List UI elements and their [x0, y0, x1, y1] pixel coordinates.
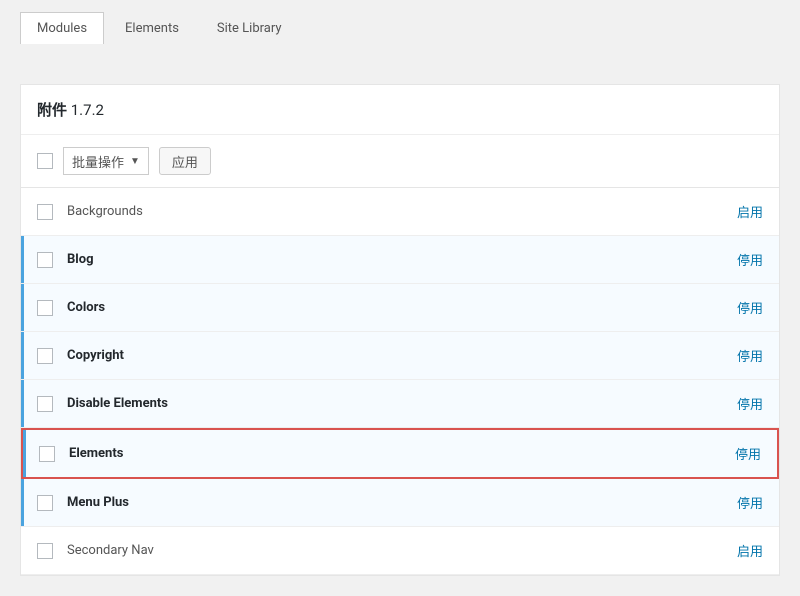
- module-row: Colors停用: [21, 284, 779, 332]
- module-row: Secondary Nav启用: [21, 527, 779, 575]
- module-checkbox[interactable]: [39, 446, 55, 462]
- module-row: Copyright停用: [21, 332, 779, 380]
- module-name: Secondary Nav: [67, 543, 737, 558]
- tabs: Modules Elements Site Library: [0, 0, 800, 44]
- module-row: Backgrounds启用: [21, 188, 779, 236]
- disable-link[interactable]: 停用: [737, 346, 763, 365]
- module-row: Menu Plus停用: [21, 479, 779, 527]
- module-name: Backgrounds: [67, 204, 737, 219]
- panel-wrap: 附件 1.7.2 批量操作 ▼ 应用 Backgrounds启用Blog停用Co…: [0, 44, 800, 596]
- bulk-action-select[interactable]: 批量操作 ▼: [63, 147, 149, 175]
- disable-link[interactable]: 停用: [737, 250, 763, 269]
- disable-link[interactable]: 停用: [737, 493, 763, 512]
- module-row: Disable Elements停用: [21, 380, 779, 428]
- chevron-down-icon: ▼: [130, 156, 140, 167]
- panel-header: 附件 1.7.2: [21, 85, 779, 135]
- disable-link[interactable]: 停用: [737, 298, 763, 317]
- modules-panel: 附件 1.7.2 批量操作 ▼ 应用 Backgrounds启用Blog停用Co…: [20, 84, 780, 576]
- tab-label: Elements: [125, 21, 179, 36]
- disable-link[interactable]: 停用: [737, 394, 763, 413]
- enable-link[interactable]: 启用: [737, 202, 763, 221]
- bulk-actions-row: 批量操作 ▼ 应用: [21, 135, 779, 188]
- tab-label: Modules: [37, 21, 87, 36]
- module-name: Copyright: [67, 348, 737, 363]
- panel-title-version: 1.7.2: [71, 101, 104, 119]
- bulk-action-select-label: 批量操作: [72, 152, 124, 171]
- module-checkbox[interactable]: [37, 396, 53, 412]
- module-name: Disable Elements: [67, 396, 737, 411]
- tab-site-library[interactable]: Site Library: [200, 12, 299, 44]
- module-checkbox[interactable]: [37, 495, 53, 511]
- apply-button-label: 应用: [172, 152, 198, 171]
- module-name: Blog: [67, 252, 737, 267]
- module-checkbox[interactable]: [37, 300, 53, 316]
- tab-elements[interactable]: Elements: [108, 12, 196, 44]
- module-checkbox[interactable]: [37, 348, 53, 364]
- module-name: Menu Plus: [67, 495, 737, 510]
- module-checkbox[interactable]: [37, 204, 53, 220]
- enable-link[interactable]: 启用: [737, 541, 763, 560]
- tab-modules[interactable]: Modules: [20, 12, 104, 44]
- module-row: Elements停用: [21, 428, 779, 479]
- tab-label: Site Library: [217, 21, 282, 36]
- module-checkbox[interactable]: [37, 543, 53, 559]
- modules-list: Backgrounds启用Blog停用Colors停用Copyright停用Di…: [21, 188, 779, 575]
- module-name: Colors: [67, 300, 737, 315]
- panel-title-prefix: 附件: [37, 101, 67, 119]
- apply-button[interactable]: 应用: [159, 147, 211, 175]
- select-all-checkbox[interactable]: [37, 153, 53, 169]
- module-name: Elements: [69, 446, 735, 461]
- module-row: Blog停用: [21, 236, 779, 284]
- disable-link[interactable]: 停用: [735, 444, 761, 463]
- module-checkbox[interactable]: [37, 252, 53, 268]
